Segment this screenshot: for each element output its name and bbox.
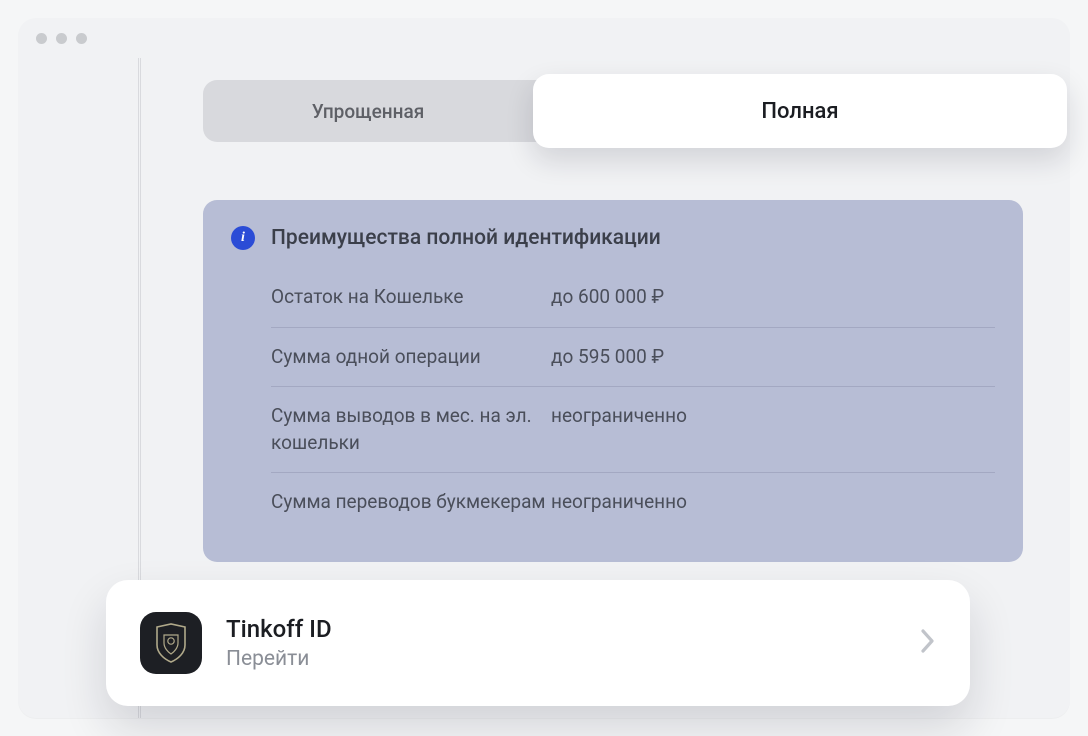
benefits-title: Преимущества полной идентификации [271, 226, 661, 250]
benefits-table: Остаток на Кошельке до 600 000 ₽ Сумма о… [271, 268, 995, 532]
main-column: Упрощенная Полная i Преимущества полной … [203, 58, 1025, 562]
tinkoff-id-card[interactable]: Tinkoff ID Перейти [106, 580, 970, 706]
info-icon: i [231, 226, 255, 250]
benefits-header: i Преимущества полной идентификации [231, 226, 995, 250]
table-row: Сумма выводов в мес. на эл. кошельки нео… [271, 386, 995, 472]
identification-tabs: Упрощенная Полная [203, 80, 1023, 142]
window-dot-maximize[interactable] [76, 33, 87, 44]
content-area: Упрощенная Полная i Преимущества полной … [18, 58, 1070, 718]
row-value: до 600 000 ₽ [551, 284, 664, 311]
benefits-panel: i Преимущества полной идентификации Оста… [203, 200, 1023, 562]
window-dot-close[interactable] [36, 33, 47, 44]
row-label: Остаток на Кошельке [271, 284, 551, 311]
table-row: Остаток на Кошельке до 600 000 ₽ [271, 268, 995, 327]
card-text: Tinkoff ID Перейти [226, 615, 920, 671]
tab-full[interactable]: Полная [533, 74, 1067, 148]
row-value: неограниченно [551, 403, 687, 456]
tab-simplified[interactable]: Упрощенная [203, 100, 533, 123]
table-row: Сумма одной операции до 595 000 ₽ [271, 327, 995, 387]
window-dot-minimize[interactable] [56, 33, 67, 44]
card-subtitle: Перейти [226, 647, 920, 671]
shield-icon [154, 623, 188, 663]
table-row: Сумма переводов букмекерам неограниченно [271, 472, 995, 532]
tinkoff-app-icon [140, 612, 202, 674]
row-label: Сумма переводов букмекерам [271, 489, 551, 516]
row-value: неограниченно [551, 489, 687, 516]
card-title: Tinkoff ID [226, 615, 920, 643]
row-label: Сумма выводов в мес. на эл. кошельки [271, 403, 551, 456]
chevron-right-icon [920, 628, 936, 658]
row-label: Сумма одной операции [271, 344, 551, 371]
row-value: до 595 000 ₽ [551, 344, 664, 371]
window-titlebar [18, 18, 1070, 58]
browser-window: Упрощенная Полная i Преимущества полной … [18, 18, 1070, 718]
